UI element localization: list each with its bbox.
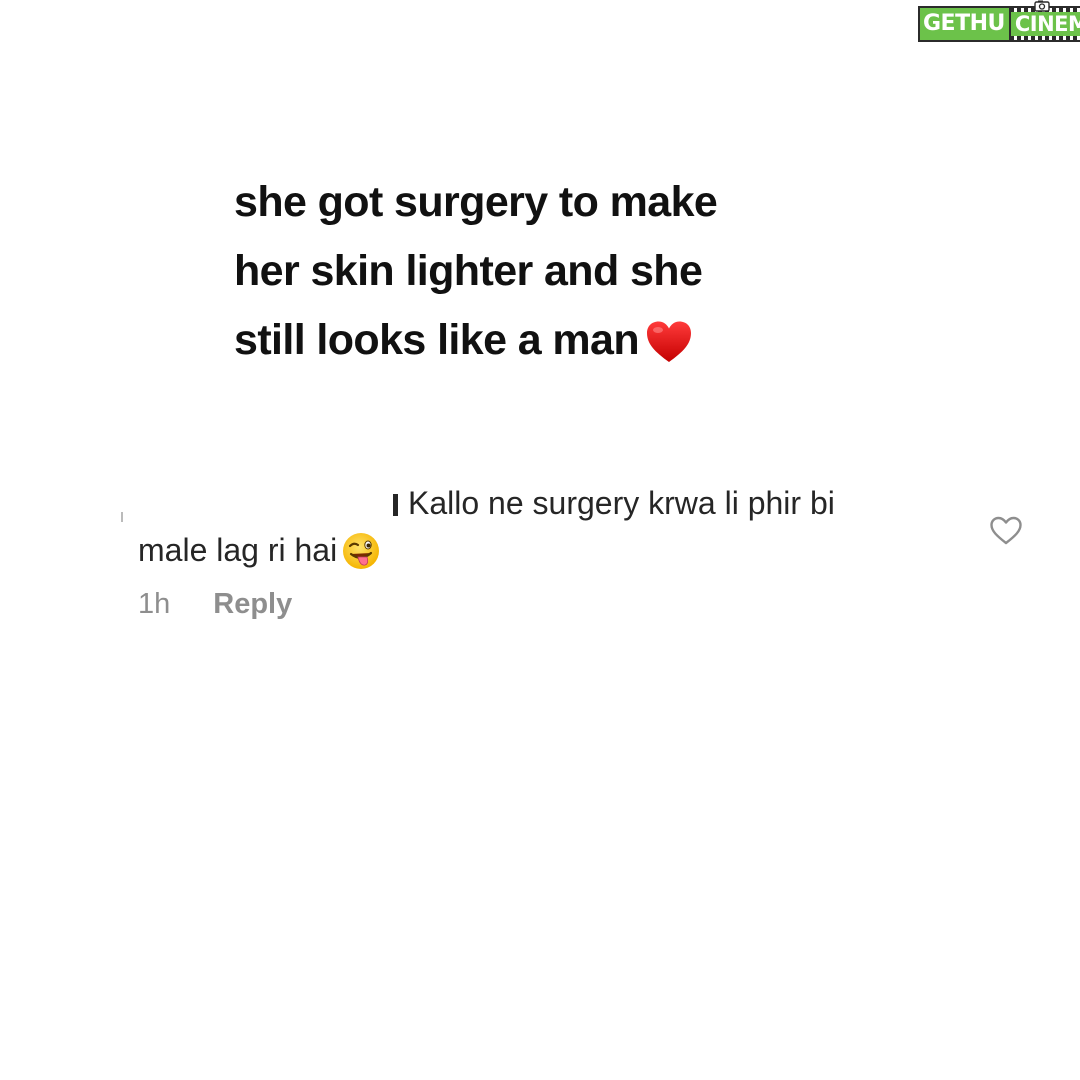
red-heart-icon (647, 321, 692, 362)
comment-line-2-wrap: male lag ri hai (138, 527, 938, 574)
comment-line-2: male lag ri hai (138, 532, 338, 568)
camera-icon (1034, 0, 1050, 12)
comment-line-1-wrap: Kallo ne surgery krwa li phir bi (138, 480, 938, 527)
comment-line-1: Kallo ne surgery krwa li phir bi (408, 485, 835, 521)
caption-line-2: her skin lighter and she (234, 247, 703, 295)
reply-button[interactable]: Reply (213, 588, 292, 621)
caption-line-3: still looks like a man (234, 316, 640, 364)
heart-outline-icon[interactable] (989, 516, 1023, 546)
winking-tongue-emoji-icon (343, 533, 380, 569)
film-strip-bottom (1013, 36, 1080, 40)
thread-marker (121, 512, 123, 522)
caption-line-1: she got surgery to make (234, 178, 718, 226)
caption-line-3-wrap: still looks like a man (234, 306, 874, 375)
logo-left-text: GETHU (918, 6, 1009, 42)
cropped-username-edge (393, 494, 398, 516)
logo-right-text: CINEMA (1014, 12, 1080, 36)
gethu-cinema-logo: GETHU CINEMA (918, 0, 1080, 42)
comment-body: Kallo ne surgery krwa li phir bi male la… (138, 480, 938, 574)
comment-item: Kallo ne surgery krwa li phir bi male la… (0, 480, 1080, 630)
post-caption: she got surgery to make her skin lighter… (234, 168, 874, 375)
comment-timestamp: 1h (138, 588, 171, 620)
comment-meta: 1h Reply (138, 588, 292, 621)
logo-right-panel: CINEMA (1008, 6, 1080, 42)
